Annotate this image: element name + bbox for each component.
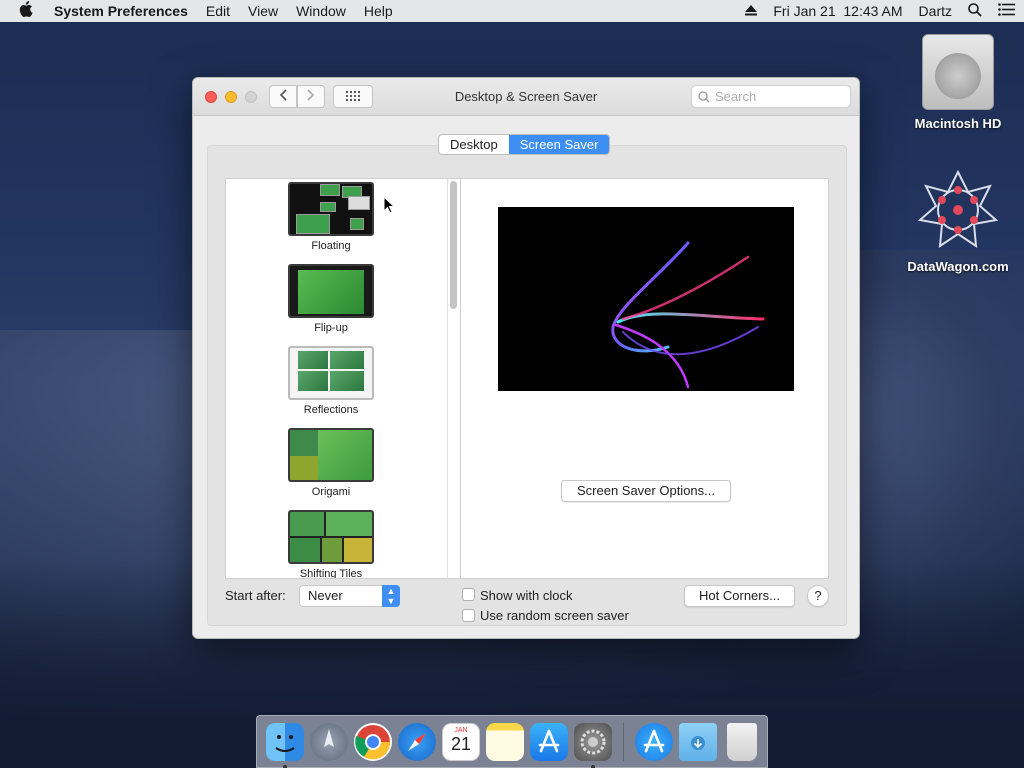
random-screen-saver-checkbox[interactable] — [462, 609, 475, 622]
floating-thumbnail — [288, 182, 374, 236]
trash-icon[interactable] — [727, 722, 757, 761]
list-item-label: Origami — [311, 486, 351, 498]
finder-icon[interactable] — [266, 722, 304, 768]
tab-control: Desktop Screen Saver — [438, 134, 611, 155]
list-item-label: Shifting Tiles — [299, 568, 363, 579]
list-item-origami[interactable]: Origami — [288, 428, 374, 498]
help-button[interactable]: ? — [807, 585, 829, 607]
desktop-item-datawagon[interactable]: DataWagon.com — [898, 168, 1018, 274]
start-after-select[interactable]: Never ▲ ▼ — [299, 585, 400, 607]
apple-menu-icon[interactable] — [0, 1, 52, 21]
launchpad-icon[interactable] — [310, 722, 348, 761]
search-placeholder: Search — [715, 89, 757, 104]
hot-corners-button[interactable]: Hot Corners... — [684, 585, 795, 607]
search-icon — [698, 90, 710, 102]
start-after-label: Start after: — [225, 588, 286, 603]
title-bar: Desktop & Screen Saver Search — [193, 78, 859, 116]
list-item-reflections[interactable]: Reflections — [288, 346, 374, 416]
downloads-folder-icon[interactable] — [679, 722, 717, 761]
app-name-menu[interactable]: System Preferences — [52, 3, 197, 19]
dock-separator — [623, 722, 624, 761]
shifting-tiles-thumbnail — [288, 510, 374, 564]
stepper-arrows-icon: ▲ ▼ — [382, 585, 400, 607]
list-item-floating[interactable]: Floating — [288, 182, 374, 252]
clock[interactable]: Fri Jan 21 12:43 AM — [765, 3, 910, 19]
notification-center-icon[interactable] — [990, 3, 1024, 19]
system-preferences-icon[interactable] — [574, 722, 612, 768]
list-item-flip-up[interactable]: Flip-up — [288, 264, 374, 334]
screen-saver-list[interactable]: Floating Flip-up Reflections Origami Shi… — [225, 178, 461, 579]
search-field[interactable]: Search — [691, 85, 851, 108]
desktop-item-label: Macintosh HD — [914, 116, 1002, 131]
chrome-icon[interactable] — [354, 722, 392, 761]
reflections-thumbnail — [288, 346, 374, 400]
origami-thumbnail — [288, 428, 374, 482]
hard-drive-icon — [922, 34, 994, 110]
screen-saver-options-button[interactable]: Screen Saver Options... — [561, 480, 731, 502]
show-with-clock-checkbox[interactable] — [462, 588, 475, 601]
tab-desktop[interactable]: Desktop — [439, 135, 509, 154]
list-item-label: Floating — [311, 240, 351, 252]
menu-window[interactable]: Window — [287, 3, 355, 19]
calendar-month: JAN — [454, 726, 468, 734]
datawagon-icon — [917, 169, 999, 248]
screen-saver-preview — [498, 207, 794, 391]
menu-view[interactable]: View — [239, 3, 287, 19]
list-scrollbar[interactable] — [450, 181, 457, 309]
eject-icon[interactable] — [737, 3, 765, 19]
flip-up-thumbnail — [288, 264, 374, 318]
desktop-item-macintosh-hd[interactable]: Macintosh HD — [898, 34, 1018, 131]
menu-help[interactable]: Help — [355, 3, 402, 19]
app-store-downloads-icon[interactable] — [635, 722, 673, 761]
list-divider — [447, 179, 448, 578]
show-with-clock-label[interactable]: Show with clock — [480, 588, 572, 603]
random-screen-saver-label[interactable]: Use random screen saver — [480, 608, 629, 623]
menu-bar: System Preferences Edit View Window Help… — [0, 0, 1024, 22]
spotlight-icon[interactable] — [960, 2, 990, 20]
safari-icon[interactable] — [398, 722, 436, 761]
list-item-label: Flip-up — [314, 322, 348, 334]
notes-icon[interactable] — [486, 722, 524, 761]
calendar-icon[interactable]: JAN 21 — [442, 722, 480, 761]
tab-screen-saver[interactable]: Screen Saver — [508, 135, 610, 154]
calendar-day: 21 — [450, 733, 472, 754]
desktop-item-label: DataWagon.com — [907, 259, 1009, 274]
mouse-cursor-icon — [383, 196, 395, 214]
menu-edit[interactable]: Edit — [197, 3, 239, 19]
start-after-value: Never — [308, 588, 343, 603]
list-item-label: Reflections — [303, 404, 359, 416]
preferences-window: Desktop & Screen Saver Search Desktop Sc… — [192, 77, 860, 639]
dock: JAN 21 — [256, 715, 768, 768]
user-menu[interactable]: Dartz — [911, 3, 960, 19]
app-store-icon[interactable] — [530, 722, 568, 761]
list-item-shifting-tiles[interactable]: Shifting Tiles — [288, 510, 374, 579]
